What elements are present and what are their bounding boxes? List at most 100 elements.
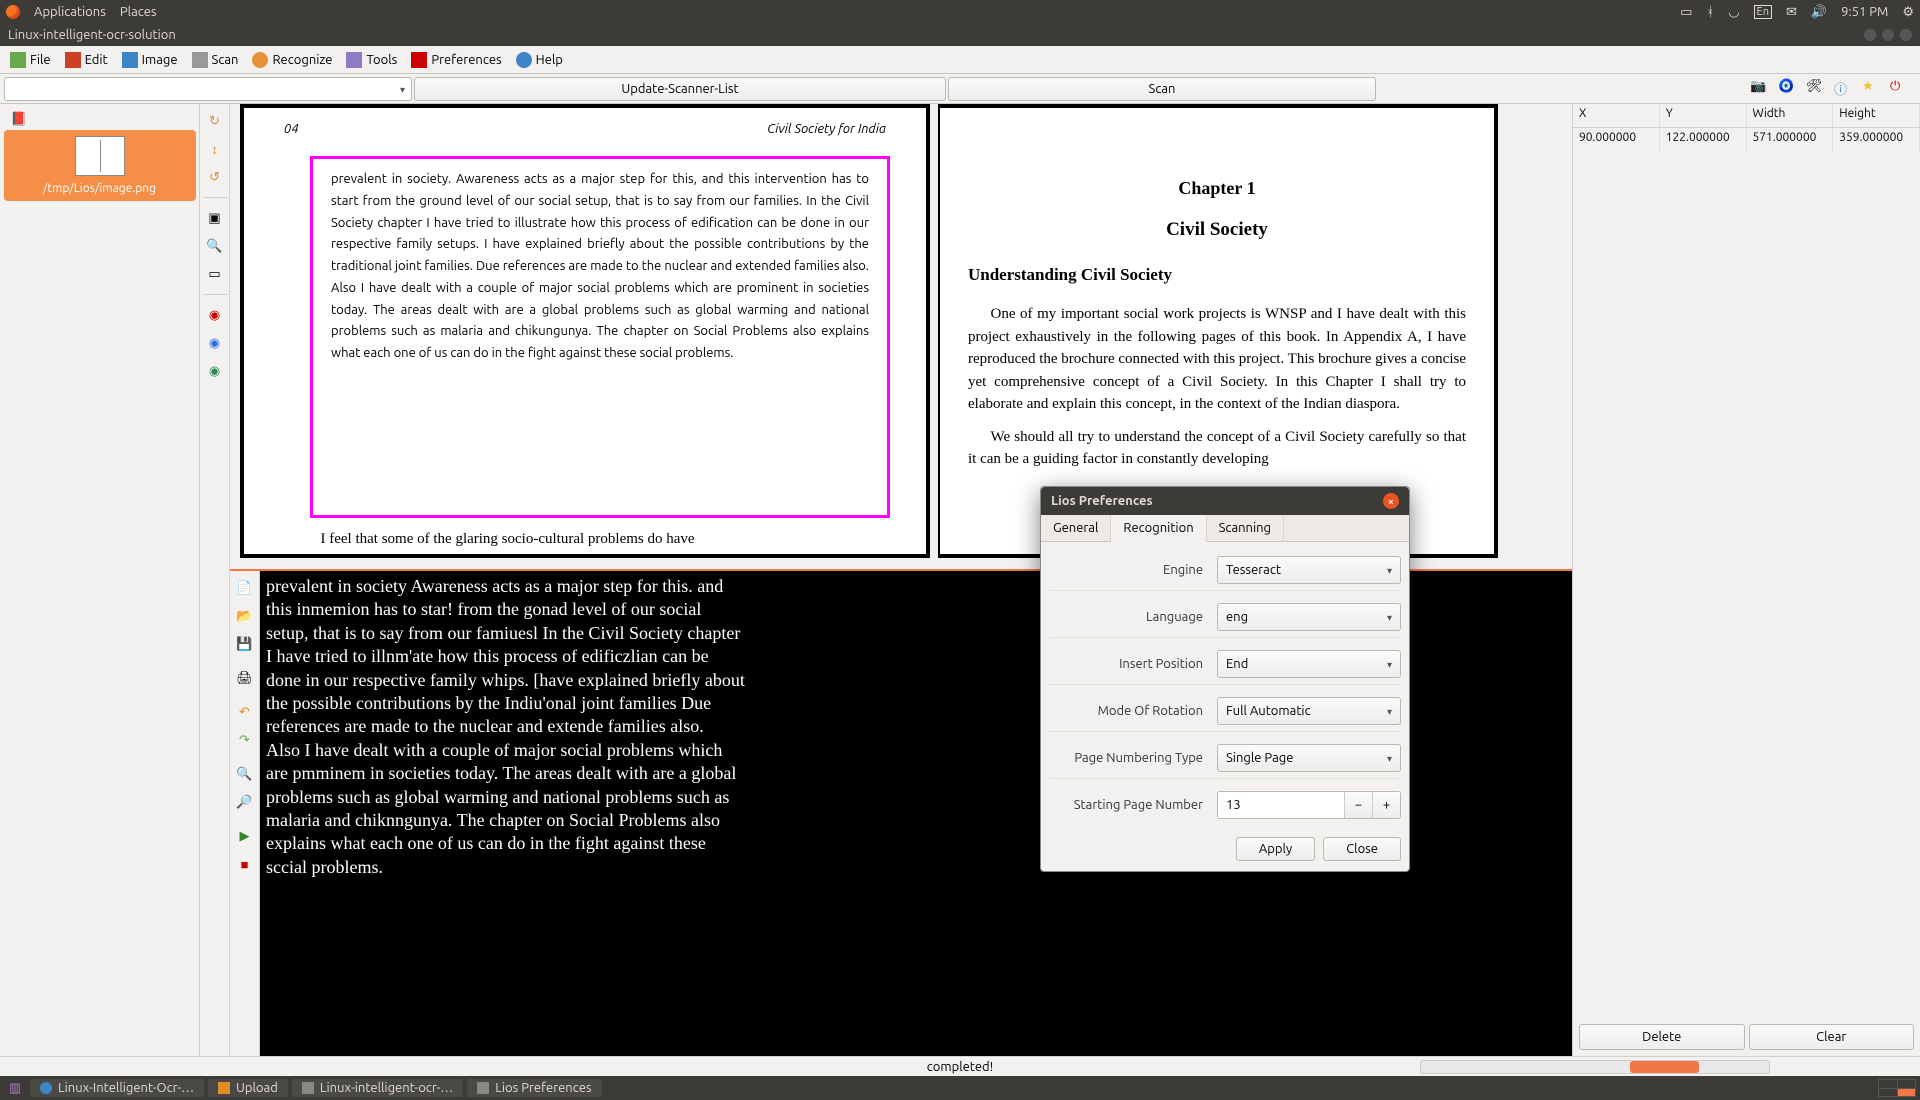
window-close-button[interactable]	[1900, 29, 1912, 41]
taskbar-item-3-label: Linux-intelligent-ocr-…	[320, 1081, 453, 1095]
tab-scanning[interactable]: Scanning	[1207, 515, 1284, 541]
clear-regions-label: Clear	[1816, 1030, 1846, 1044]
ocr-selection-box[interactable]: prevalent in society. Awareness acts as …	[310, 156, 890, 518]
redo-icon[interactable]: ↷	[234, 729, 256, 751]
rotation-mode-select[interactable]: Full Automatic	[1217, 697, 1401, 725]
rotate-left-icon[interactable]: ↺	[204, 166, 226, 188]
col-w[interactable]: Width	[1747, 104, 1834, 127]
tab-general[interactable]: General	[1041, 515, 1111, 541]
stop-icon[interactable]: ■	[234, 853, 256, 875]
edit-icon	[65, 52, 81, 68]
thumbnail-preview-icon	[75, 136, 125, 176]
text-tools-strip: 📄 📂 💾 🖨 ↶ ↷ 🔍 🔎 ▶ ■	[230, 571, 260, 1056]
chevron-down-icon	[400, 82, 405, 96]
insert-position-label: Insert Position	[1049, 657, 1209, 671]
power-icon[interactable]: ⏻	[1890, 79, 1910, 99]
thumbnail-item[interactable]: /tmp/Lios/image.png	[4, 130, 196, 201]
delete-region-button[interactable]: Delete	[1579, 1024, 1745, 1050]
play-icon[interactable]: ▶	[234, 825, 256, 847]
volume-icon[interactable]: 🔊	[1811, 5, 1827, 20]
places-menu[interactable]: Places	[120, 5, 157, 19]
dialog-body: Engine Tesseract Language eng Insert Pos…	[1041, 542, 1409, 831]
menu-tools[interactable]: Tools	[340, 50, 403, 70]
clock[interactable]: 9:51 PM	[1841, 5, 1888, 19]
ocr-task-icon[interactable]: 🧿	[1778, 79, 1798, 99]
clear-regions-button[interactable]: Clear	[1749, 1024, 1915, 1050]
ubuntu-logo-icon[interactable]	[6, 5, 20, 19]
tab-recognition[interactable]: Recognition	[1111, 515, 1206, 542]
taskbar-item-2-label: Upload	[236, 1081, 278, 1095]
open-folder-icon[interactable]: 📂	[234, 605, 256, 627]
thumb-pdf-icon[interactable]: 📕	[8, 108, 30, 130]
apply-label: Apply	[1259, 842, 1292, 856]
zoom-fit-icon[interactable]: ▣	[204, 207, 226, 229]
info-icon[interactable]: ⓘ	[1834, 79, 1854, 99]
workspace-switcher[interactable]	[1878, 1079, 1916, 1097]
camera-icon[interactable]: 📷	[1750, 79, 1770, 99]
scan-button[interactable]: Scan	[948, 77, 1376, 101]
screen-icon[interactable]: ▭	[1680, 5, 1692, 20]
menu-image[interactable]: Image	[116, 50, 184, 70]
dialog-titlebar[interactable]: Lios Preferences ×	[1041, 487, 1409, 515]
region-green-icon[interactable]: ◉	[204, 360, 226, 382]
star-icon[interactable]: ★	[1862, 79, 1882, 99]
window-icon	[302, 1082, 314, 1094]
folder-icon	[218, 1082, 230, 1094]
menu-edit[interactable]: Edit	[59, 50, 114, 70]
taskbar-item-3[interactable]: Linux-intelligent-ocr-…	[292, 1079, 463, 1097]
dialog-close-button[interactable]: ×	[1383, 493, 1399, 509]
col-y[interactable]: Y	[1660, 104, 1747, 127]
show-desktop-icon[interactable]: ▥	[4, 1077, 26, 1099]
save-icon[interactable]: 💾	[234, 633, 256, 655]
cell-h: 359.000000	[1833, 128, 1920, 152]
starting-page-spinner[interactable]: 13 − +	[1217, 791, 1401, 819]
image-icon	[122, 52, 138, 68]
region-red-icon[interactable]: ◉	[204, 304, 226, 326]
flip-vertical-icon[interactable]: ↕	[204, 138, 226, 160]
taskbar-item-2[interactable]: Upload	[208, 1079, 288, 1097]
settings-tools-icon[interactable]: 🛠	[1806, 79, 1826, 99]
wifi-icon[interactable]: ◡	[1728, 5, 1739, 20]
new-doc-icon[interactable]: 📄	[234, 577, 256, 599]
update-scanner-list-button[interactable]: Update-Scanner-List	[414, 77, 946, 101]
insert-position-select[interactable]: End	[1217, 650, 1401, 678]
zoom-in-icon[interactable]: 🔍	[204, 235, 226, 257]
col-h[interactable]: Height	[1833, 104, 1920, 127]
window-minimize-button[interactable]	[1864, 29, 1876, 41]
mail-icon[interactable]: ✉	[1786, 5, 1797, 20]
col-x[interactable]: X	[1573, 104, 1660, 127]
menu-file[interactable]: File	[4, 50, 57, 70]
applications-menu[interactable]: Applications	[34, 5, 106, 19]
spinner-decrement-button[interactable]: −	[1344, 792, 1372, 818]
rotation-mode-value: Full Automatic	[1226, 704, 1311, 718]
find-replace-icon[interactable]: 🔎	[234, 791, 256, 813]
engine-label: Engine	[1049, 563, 1209, 577]
engine-value: Tesseract	[1226, 563, 1281, 577]
spinner-increment-button[interactable]: +	[1372, 792, 1400, 818]
language-select[interactable]: eng	[1217, 603, 1401, 631]
taskbar-item-1[interactable]: Linux-Intelligent-Ocr-…	[30, 1079, 204, 1097]
find-icon[interactable]: 🔍	[234, 763, 256, 785]
apply-button[interactable]: Apply	[1236, 837, 1315, 861]
window-maximize-button[interactable]	[1882, 29, 1894, 41]
region-blue-icon[interactable]: ◉	[204, 332, 226, 354]
bluetooth-icon[interactable]: ᚼ	[1706, 5, 1714, 19]
close-button[interactable]: Close	[1323, 837, 1401, 861]
regions-row[interactable]: 90.000000 122.000000 571.000000 359.0000…	[1573, 128, 1920, 152]
menu-preferences[interactable]: Preferences	[405, 50, 507, 70]
taskbar-item-4[interactable]: Lios Preferences	[467, 1079, 601, 1097]
menu-help[interactable]: Help	[510, 50, 569, 70]
page-numbering-select[interactable]: Single Page	[1217, 744, 1401, 772]
zoom-out-icon[interactable]: ▭	[204, 263, 226, 285]
starting-page-value[interactable]: 13	[1218, 798, 1344, 812]
print-icon[interactable]: 🖨	[234, 667, 256, 689]
menu-scan[interactable]: Scan	[186, 50, 245, 70]
gear-icon[interactable]: ⚙	[1902, 5, 1914, 20]
undo-icon[interactable]: ↶	[234, 701, 256, 723]
scanner-select[interactable]	[4, 77, 412, 101]
keyboard-lang-indicator[interactable]: En	[1754, 5, 1772, 19]
rotate-right-icon[interactable]: ↻	[204, 110, 226, 132]
engine-select[interactable]: Tesseract	[1217, 556, 1401, 584]
scan-icon	[192, 52, 208, 68]
menu-recognize[interactable]: Recognize	[246, 50, 338, 70]
